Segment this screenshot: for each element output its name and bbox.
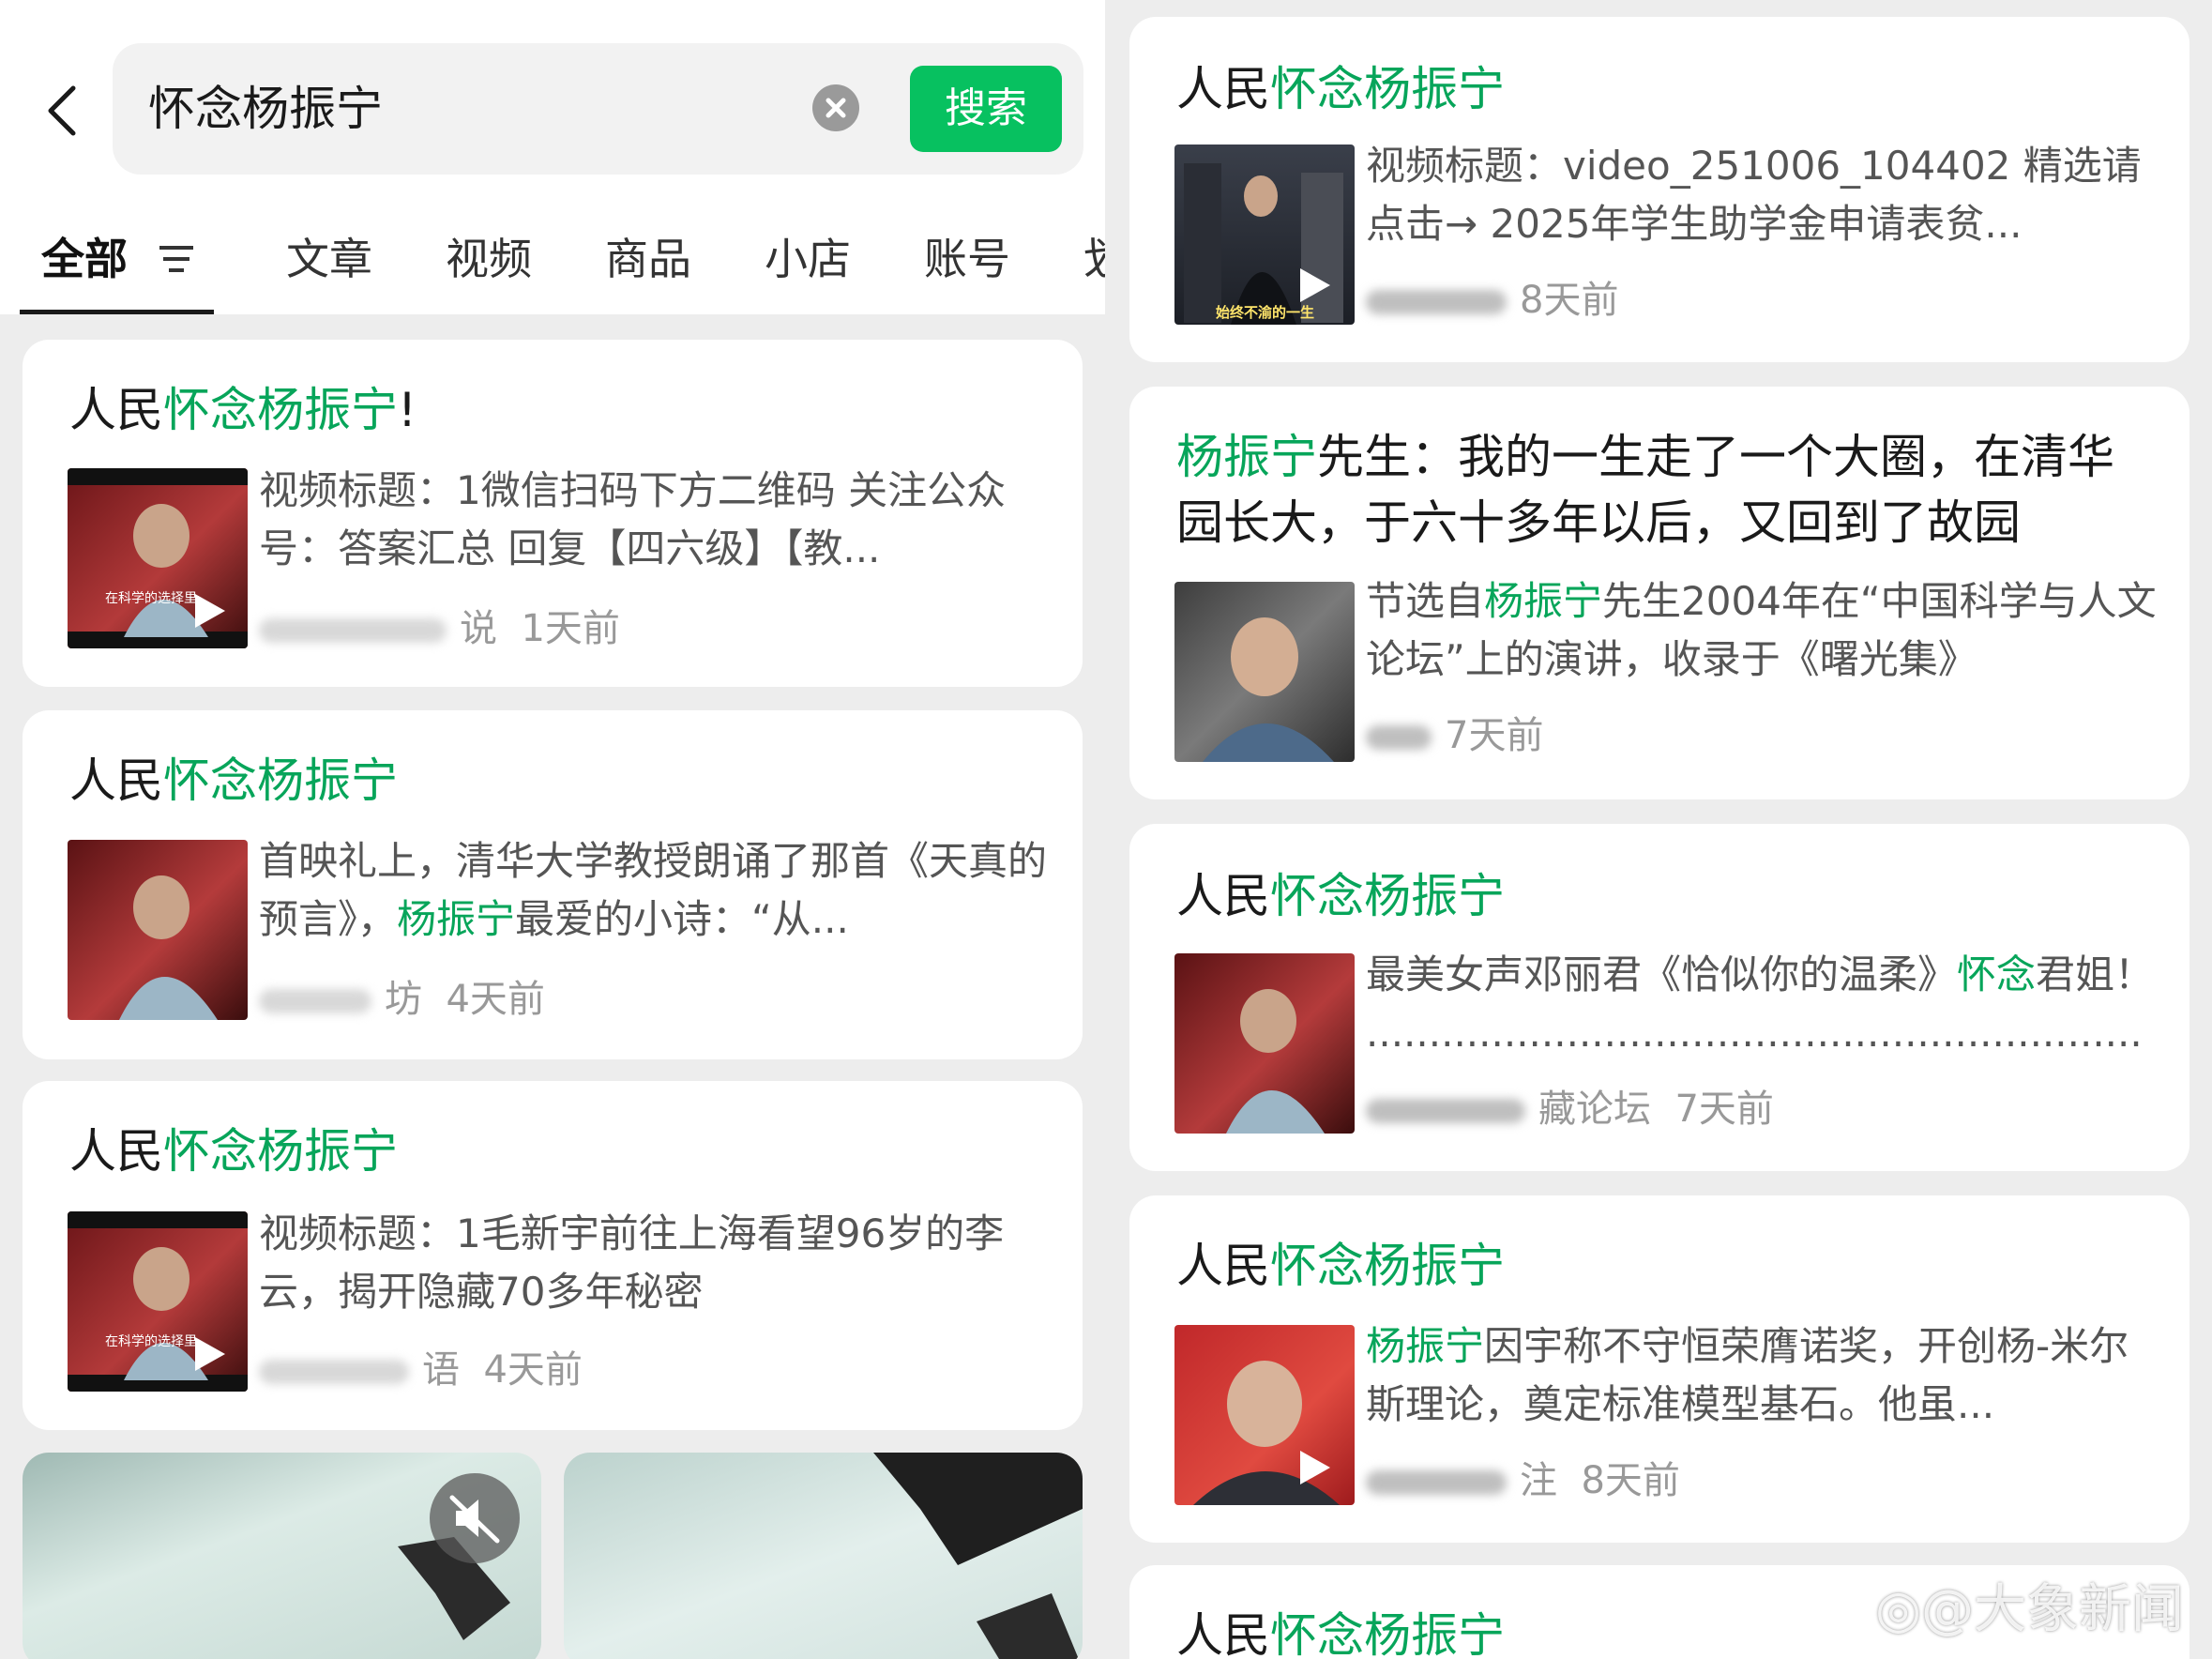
tab-products[interactable]: 商品 <box>605 231 691 287</box>
back-arrow-icon[interactable] <box>41 83 83 139</box>
weibo-watermark: ◎@大象新闻 <box>1875 1579 2184 1640</box>
result-time: 7天前 <box>1445 714 1544 757</box>
right-screenshot: 人民怀念杨振宁 始终不渝的一生 视频标题：video_251006_104402… <box>1105 0 2212 1659</box>
active-tab-indicator <box>20 310 214 314</box>
result-time: 8天前 <box>1520 279 1619 322</box>
thumbnail-caption: 在科学的选择里 <box>105 591 197 606</box>
blurred-source <box>1366 290 1507 314</box>
result-card[interactable]: 人民怀念杨振宁! 在科学的选择里 视频标题：1微信扫码下方二维码 关注公众号：答… <box>23 340 1083 687</box>
search-button[interactable]: 搜索 <box>910 66 1062 152</box>
mute-icon[interactable] <box>430 1473 520 1563</box>
result-card[interactable]: 杨振宁先生：我的一生走了一个大圈，在清华园长大，于六十多年以后，又回到了故园 节… <box>1129 387 2189 799</box>
result-meta: 藏论坛 7天前 <box>1366 1083 1774 1135</box>
filter-icon[interactable] <box>158 242 195 276</box>
play-icon <box>195 594 225 628</box>
blurred-source <box>1366 1099 1525 1123</box>
result-time: 4天前 <box>446 978 545 1021</box>
result-description: 视频标题：1毛新宇前往上海看望96岁的李云，揭开隐藏70多年秘密 <box>259 1210 1005 1315</box>
result-time: 4天前 <box>483 1348 583 1392</box>
thumbnail-caption: 始终不渝的一生 <box>1216 304 1315 321</box>
source-name: 语 <box>422 1348 460 1392</box>
article-thumbnail[interactable] <box>68 840 248 1020</box>
video-thumbnail[interactable] <box>1174 1325 1355 1505</box>
result-title[interactable]: 人民怀念杨振宁 <box>69 748 398 814</box>
tab-accounts[interactable]: 账号 <box>924 231 1010 287</box>
tab-more[interactable]: 划 <box>1083 231 1105 287</box>
thumbnail-caption: 在科学的选择里 <box>105 1334 197 1349</box>
video-thumbnail[interactable]: 在科学的选择里 <box>68 1211 248 1392</box>
result-title[interactable]: 人民怀念杨振宁 <box>1176 1233 1505 1299</box>
result-description: 视频标题：video_251006_104402 精选请点击→ 2025年学生助… <box>1366 143 2142 247</box>
source-name: 藏论坛 <box>1538 1088 1651 1131</box>
play-icon <box>1300 268 1330 302</box>
search-input[interactable]: 怀念杨振宁 <box>148 75 383 143</box>
result-description: 视频标题：1微信扫码下方二维码 关注公众号：答案汇总 回复【四六级】【教... <box>259 467 1007 571</box>
result-meta: 语 4天前 <box>259 1344 583 1396</box>
result-card[interactable]: 人民怀念杨振宁 在科学的选择里 视频标题：1毛新宇前往上海看望96岁的李云，揭开… <box>23 1081 1083 1430</box>
blurred-source <box>259 989 371 1013</box>
result-title[interactable]: 人民怀念杨振宁 <box>1176 1603 1505 1659</box>
result-title[interactable]: 人民怀念杨振宁! <box>69 377 417 443</box>
search-box[interactable]: 怀念杨振宁 搜索 <box>113 43 1083 175</box>
result-meta: 坊 4天前 <box>259 973 545 1026</box>
result-time: 8天前 <box>1581 1459 1680 1502</box>
source-name: 说 <box>460 607 497 650</box>
article-thumbnail[interactable] <box>1174 582 1355 762</box>
tab-shops[interactable]: 小店 <box>765 231 851 287</box>
result-title[interactable]: 人民怀念杨振宁 <box>1176 863 1505 929</box>
tab-bar: 全部 文章 视频 商品 小店 账号 划 <box>0 216 1105 314</box>
play-icon <box>1300 1451 1330 1484</box>
clear-icon[interactable] <box>812 84 859 131</box>
article-thumbnail[interactable] <box>1174 953 1355 1134</box>
result-title[interactable]: 人民怀念杨振宁 <box>69 1119 398 1184</box>
video-thumbnail[interactable]: 在科学的选择里 <box>68 468 248 648</box>
result-title[interactable]: 杨振宁先生：我的一生走了一个大圈，在清华园长大，于六十多年以后，又回到了故园 <box>1176 424 2152 556</box>
result-description: 首映礼上，清华大学教授朗诵了那首《天真的预言》，杨振宁最爱的小诗：“从... <box>259 838 1048 942</box>
tab-all[interactable]: 全部 <box>41 231 128 287</box>
weibo-icon: ◎ <box>1875 1579 1921 1640</box>
result-card[interactable]: 人民怀念杨振宁 始终不渝的一生 视频标题：video_251006_104402… <box>1129 17 2189 362</box>
result-meta: 8天前 <box>1366 274 1618 327</box>
result-meta: 7天前 <box>1366 709 1543 762</box>
play-icon <box>195 1337 225 1371</box>
left-screenshot: 怀念杨振宁 搜索 全部 文章 视频 商品 小店 账号 划 人民怀念杨振宁! 在科… <box>0 0 1105 1659</box>
video-thumbnail[interactable]: 始终不渝的一生 <box>1174 145 1355 325</box>
result-title[interactable]: 人民怀念杨振宁 <box>1176 56 1505 122</box>
result-meta: 说 1天前 <box>259 602 620 655</box>
result-card[interactable]: 人民怀念杨振宁 杨振宁因宇称不守恒荣膺诺奖，开创杨-米尔斯理论，奠定标准模型基石… <box>1129 1195 2189 1543</box>
blurred-source <box>1366 1470 1507 1495</box>
blurred-source <box>259 1360 409 1384</box>
blurred-source <box>259 618 447 643</box>
tab-articles[interactable]: 文章 <box>286 231 372 287</box>
result-card[interactable]: 人民怀念杨振宁 最美女声邓丽君《恰似你的温柔》怀念君姐！ ...........… <box>1129 824 2189 1171</box>
result-description: 节选自杨振宁先生2004年在“中国科学与人文论坛”上的演讲，收录于《曙光集》 <box>1366 578 2157 682</box>
result-meta: 注 8天前 <box>1366 1454 1680 1507</box>
result-time: 1天前 <box>521 607 620 650</box>
result-time: 7天前 <box>1674 1088 1774 1131</box>
search-header: 怀念杨振宁 搜索 全部 文章 视频 商品 小店 账号 划 <box>0 0 1105 314</box>
video-tile[interactable] <box>564 1453 1083 1659</box>
result-description: 最美女声邓丽君《恰似你的温柔》怀念君姐！ ...................… <box>1366 951 2155 1056</box>
tab-videos[interactable]: 视频 <box>446 231 532 287</box>
source-name: 注 <box>1520 1459 1557 1502</box>
result-card[interactable]: 人民怀念杨振宁 首映礼上，清华大学教授朗诵了那首《天真的预言》，杨振宁最爱的小诗… <box>23 710 1083 1059</box>
blurred-source <box>1366 725 1432 750</box>
source-name: 坊 <box>385 978 422 1021</box>
result-description: 杨振宁因宇称不守恒荣膺诺奖，开创杨-米尔斯理论，奠定标准模型基石。他虽... <box>1366 1323 2129 1427</box>
